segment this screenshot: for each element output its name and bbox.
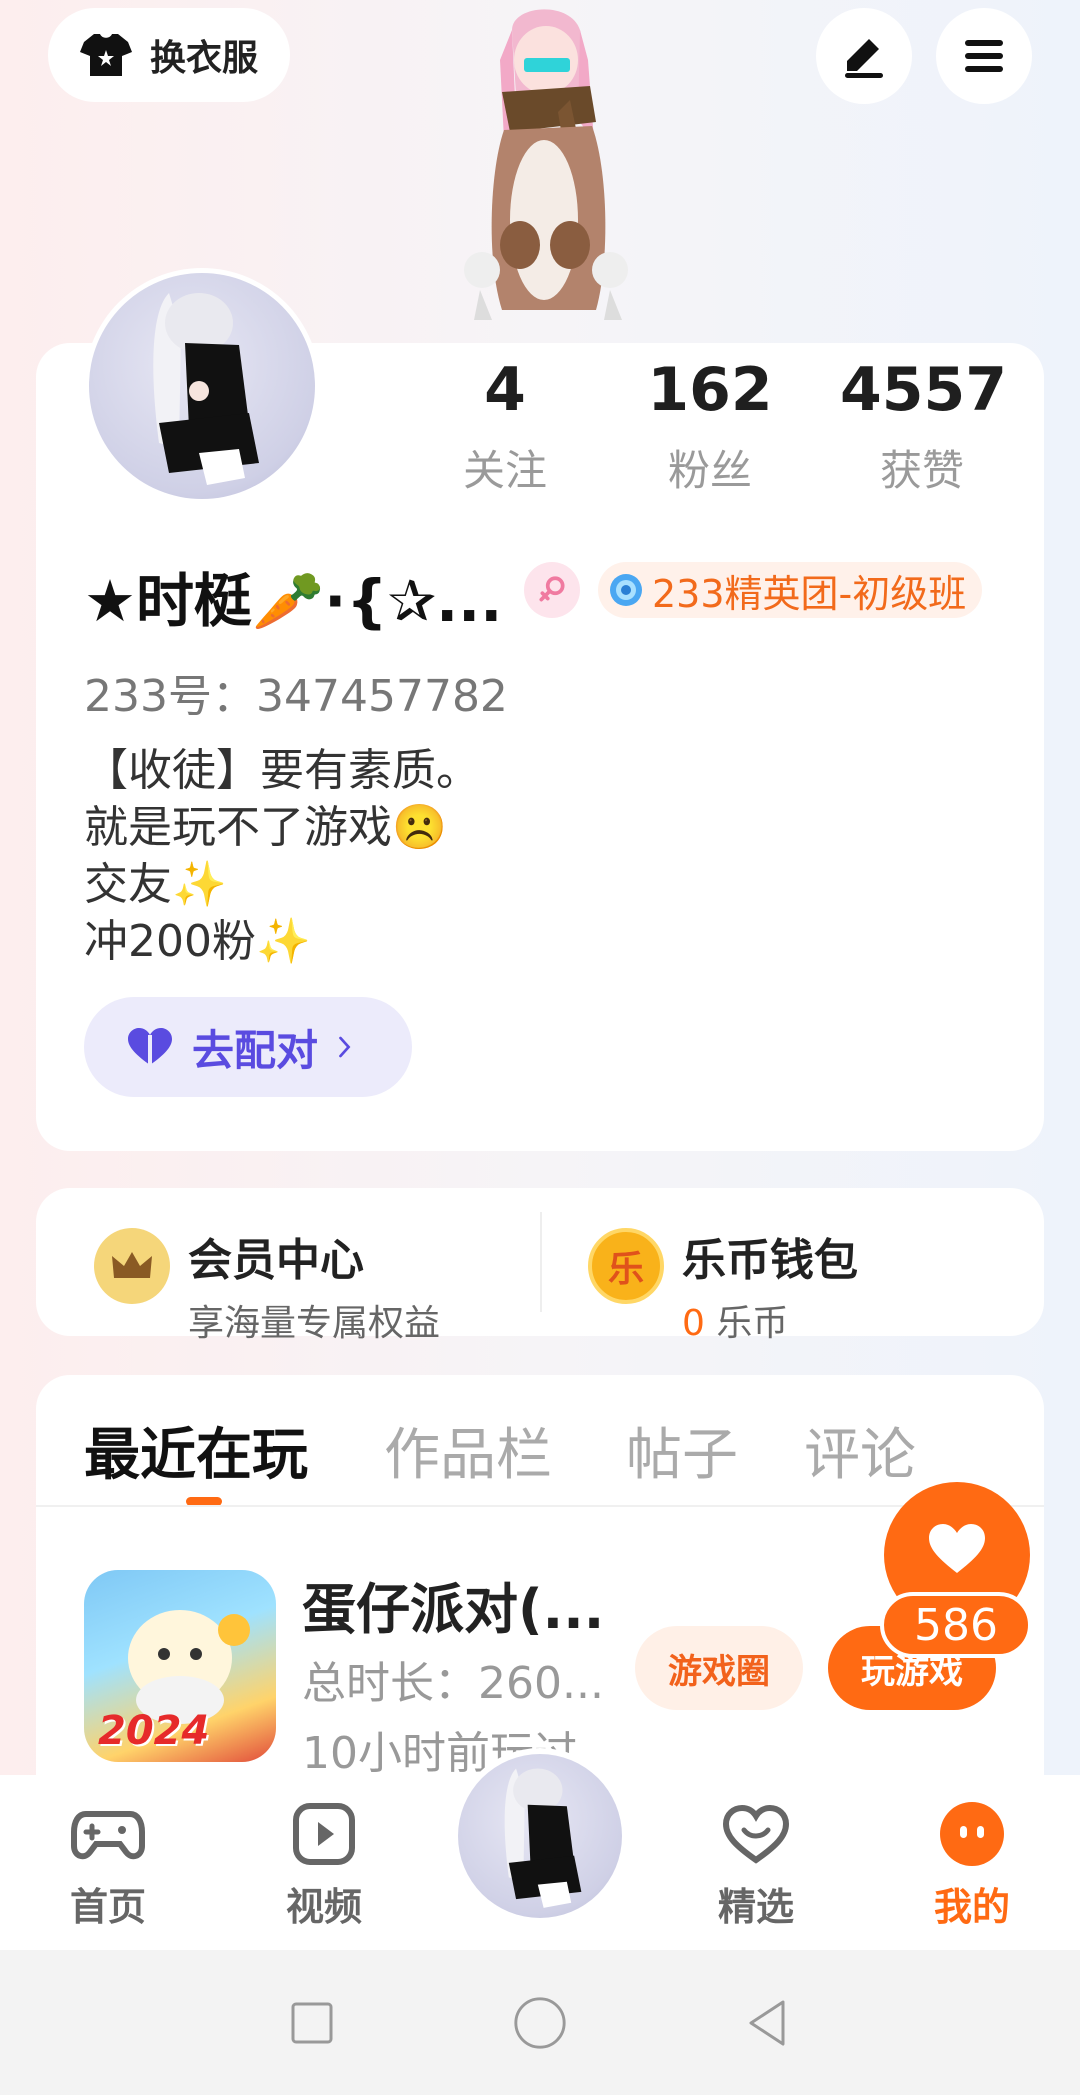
followers-count: 162	[647, 355, 773, 425]
crown-icon	[94, 1228, 170, 1304]
nav-mine[interactable]: 我的	[892, 1800, 1052, 1931]
heart-chat-icon	[722, 1804, 790, 1864]
likes-label: 获赞	[879, 446, 964, 495]
chevron-right-icon	[339, 1036, 351, 1058]
profile-face-icon	[940, 1802, 1004, 1866]
nickname: ★时梃🥕·{✰...	[84, 567, 503, 635]
nav-video[interactable]: 视频	[244, 1800, 404, 1931]
tab-comments[interactable]: 评论	[804, 1410, 916, 1491]
edit-profile-button[interactable]	[816, 8, 912, 104]
center-avatar-button[interactable]	[452, 1748, 628, 1924]
likes-stat[interactable]: 4557 获赞	[840, 355, 1007, 498]
level-badge-label: 233精英团-初级班	[652, 571, 967, 616]
member-wallet-card: 会员中心 享海量专属权益 乐 乐币钱包 0 乐币	[36, 1188, 1044, 1344]
change-outfit-button[interactable]: 换衣服	[48, 8, 290, 102]
nav-video-label: 视频	[285, 1885, 362, 1929]
gem-medal-icon	[610, 574, 642, 606]
divider	[36, 1505, 1044, 1507]
game-icon[interactable]: 2024	[84, 1570, 276, 1762]
following-label: 关注	[462, 446, 547, 495]
home-icon[interactable]	[511, 1994, 569, 2052]
coin-icon: 乐	[588, 1228, 664, 1304]
back-icon[interactable]	[743, 1998, 793, 2048]
recent-apps-icon[interactable]	[287, 1998, 337, 2048]
hamburger-menu-icon	[965, 40, 1003, 72]
user-id[interactable]: 233号：347457782	[84, 660, 508, 724]
change-outfit-label: 换衣服	[150, 38, 259, 79]
female-icon	[539, 576, 565, 602]
heart-icon	[929, 1524, 985, 1573]
followers-stat[interactable]: 162 粉丝	[640, 355, 780, 498]
profile-avatar[interactable]	[84, 268, 320, 504]
wallet-unit: 乐币	[716, 1303, 789, 1344]
video-play-icon	[293, 1803, 355, 1865]
avatar-3d-figure[interactable]	[420, 0, 660, 345]
followers-label: 粉丝	[667, 446, 752, 495]
following-stat[interactable]: 4 关注	[445, 355, 565, 498]
bio: 【收徒】要有素质。 就是玩不了游戏☹️ 交友✨ 冲200粉✨	[84, 742, 480, 970]
divider	[540, 1212, 542, 1312]
game-icon-text: 2024	[98, 1708, 210, 1754]
wallet-amount: 0	[682, 1303, 705, 1344]
tshirt-icon	[80, 34, 132, 76]
nav-featured[interactable]: 精选	[676, 1800, 836, 1931]
bio-line: 冲200粉✨	[84, 916, 311, 967]
nav-featured-label: 精选	[717, 1885, 794, 1929]
game-circle-button[interactable]: 游戏圈	[635, 1626, 803, 1710]
wallet-entry[interactable]: 乐 乐币钱包 0 乐币	[588, 1224, 858, 1346]
heart-icon	[128, 1028, 172, 1065]
menu-button[interactable]	[936, 8, 1032, 104]
bio-line: 就是玩不了游戏☹️	[84, 802, 447, 853]
match-button-label: 去配对	[192, 1025, 319, 1075]
tab-posts[interactable]: 帖子	[626, 1410, 738, 1491]
level-badge[interactable]: 233精英团-初级班	[598, 562, 983, 618]
pencil-icon	[845, 39, 883, 78]
tab-recent-play[interactable]: 最近在玩	[84, 1410, 308, 1491]
gender-badge	[524, 562, 580, 618]
following-count: 4	[484, 355, 526, 425]
nav-mine-label: 我的	[933, 1885, 1010, 1929]
likes-count: 4557	[840, 355, 1007, 425]
avatar-character-icon	[504, 1768, 582, 1908]
gamepad-icon	[71, 1811, 145, 1860]
like-count-badge: 586	[880, 1592, 1032, 1658]
avatar-character-icon	[153, 293, 259, 485]
nav-home-label: 首页	[69, 1885, 146, 1929]
game-duration: 总时长：260...	[302, 1658, 604, 1709]
tab-works[interactable]: 作品栏	[384, 1410, 552, 1491]
game-title[interactable]: 蛋仔派对(...	[302, 1565, 604, 1644]
member-center-subtitle: 享海量专属权益	[188, 1303, 441, 1344]
member-center-title: 会员中心	[188, 1235, 364, 1286]
bio-line: 交友✨	[84, 859, 227, 910]
system-nav-bar	[0, 1950, 1080, 2095]
member-center-entry[interactable]: 会员中心 享海量专属权益	[94, 1224, 440, 1346]
nav-home[interactable]: 首页	[28, 1800, 188, 1931]
bio-line: 【收徒】要有素质。	[84, 745, 480, 796]
match-button[interactable]: 去配对	[84, 997, 412, 1097]
wallet-title: 乐币钱包	[682, 1235, 858, 1286]
